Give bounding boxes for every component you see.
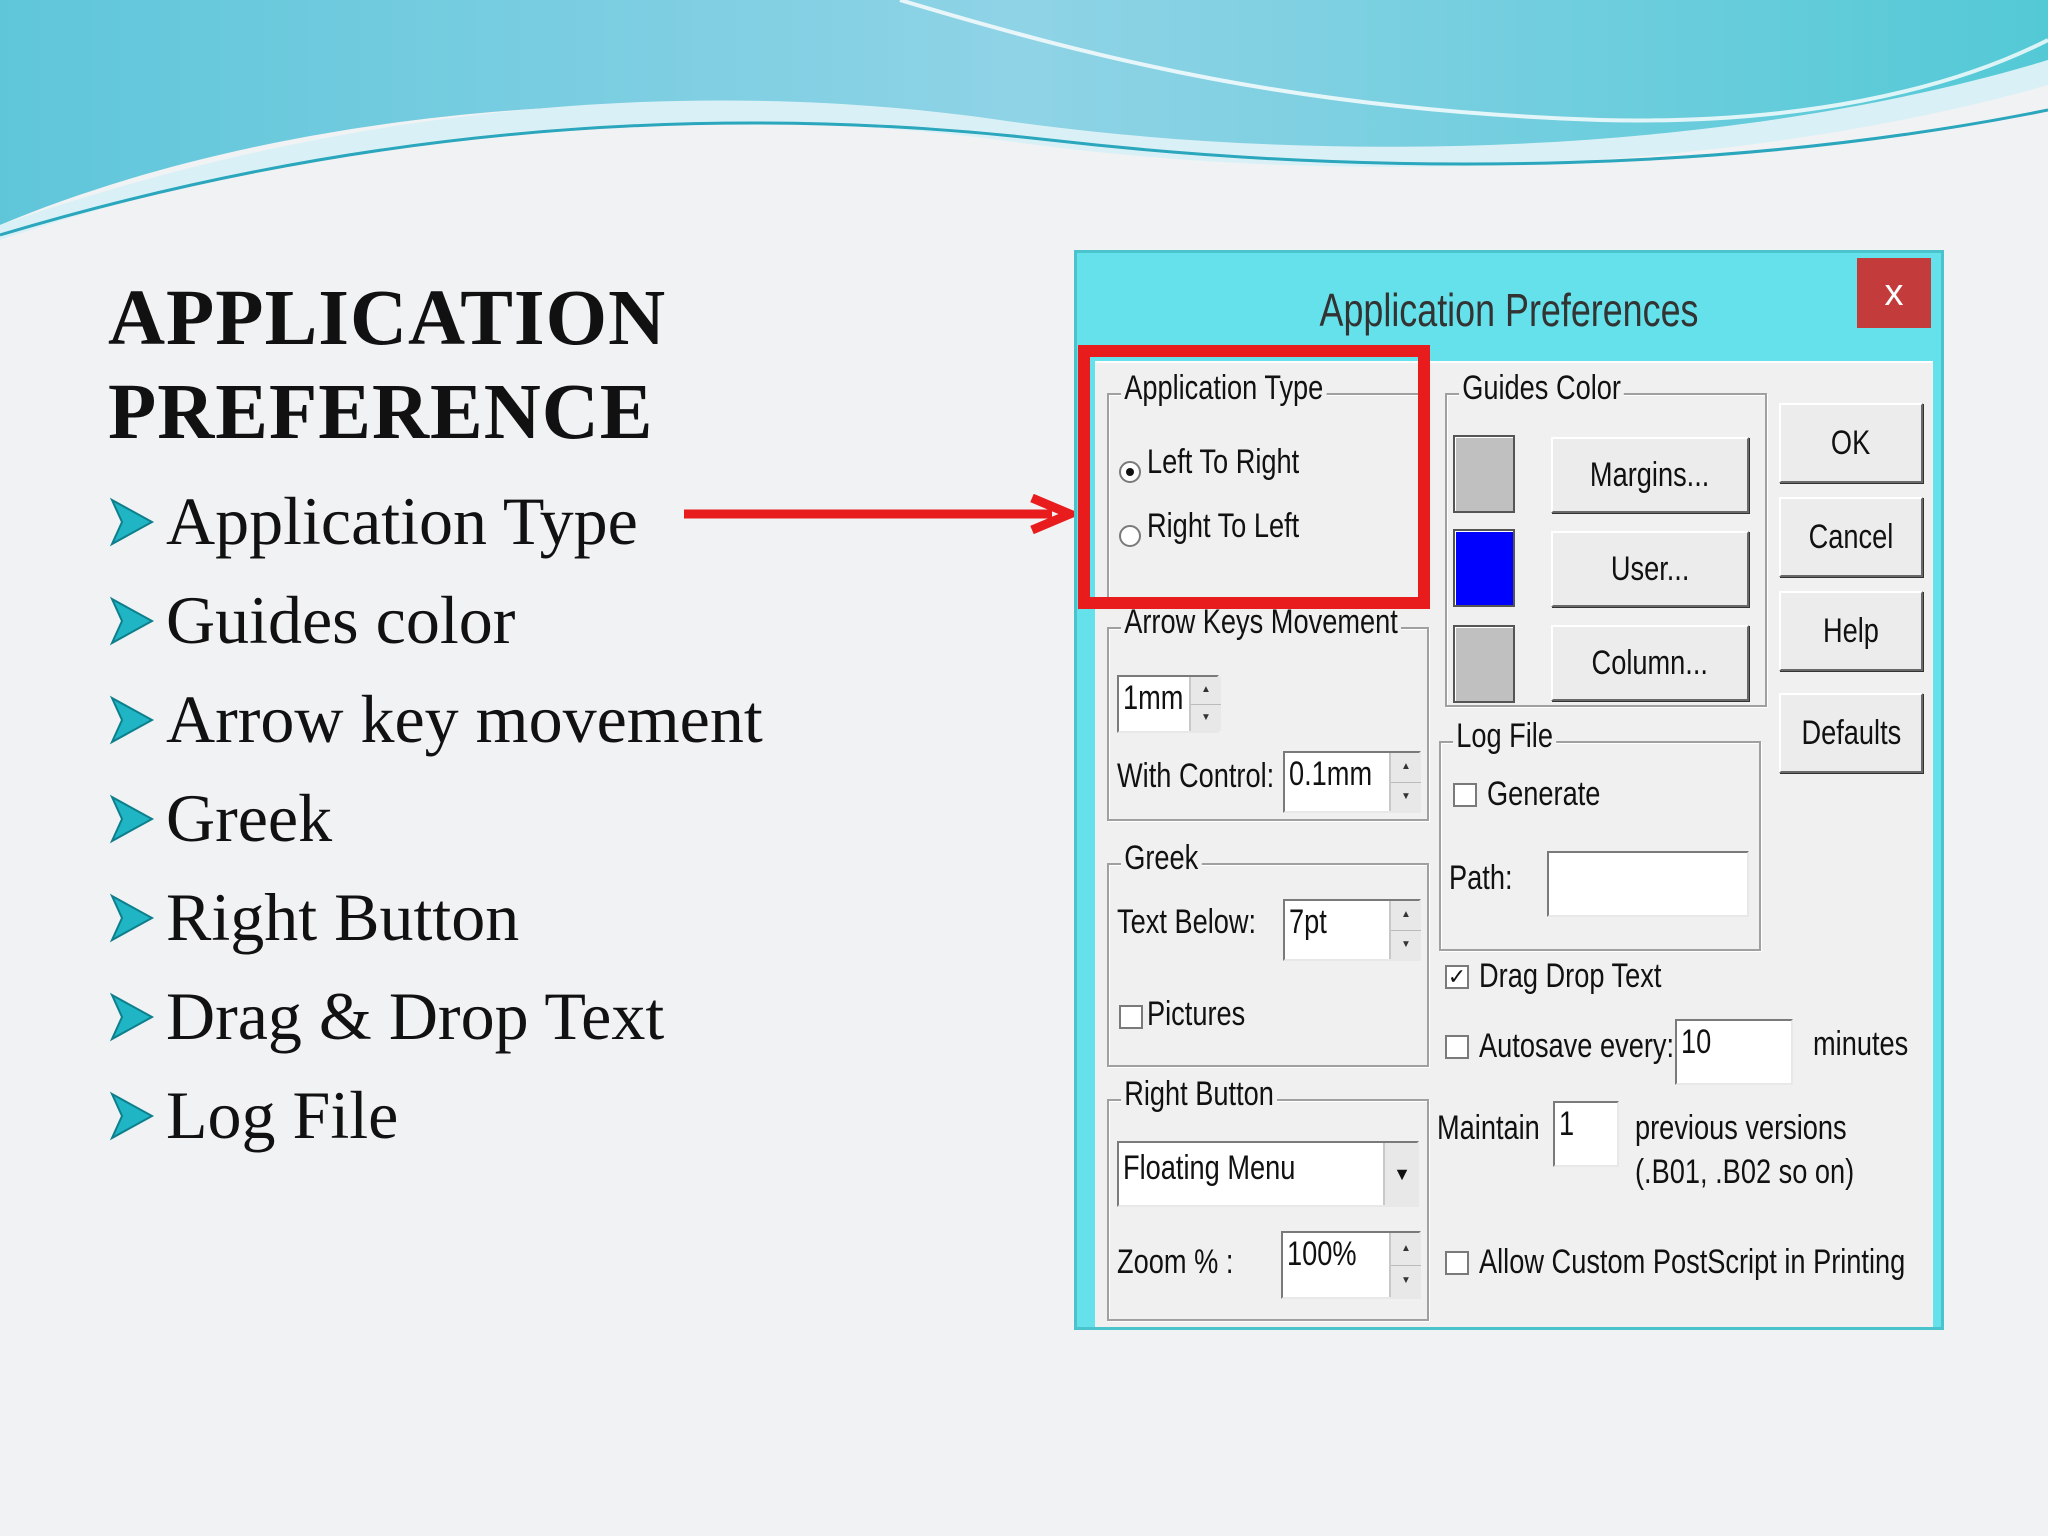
- bullet-arrow-icon: [109, 992, 155, 1041]
- field-value: 100%: [1287, 1235, 1357, 1273]
- pictures-checkbox[interactable]: [1119, 1005, 1143, 1029]
- bullet-item: Right Button: [108, 868, 763, 967]
- autosave-input[interactable]: 10: [1675, 1019, 1793, 1085]
- maintain-label: Maintain: [1437, 1109, 1540, 1147]
- bullet-item: Log File: [108, 1066, 763, 1165]
- maintain-suffix-line-1: previous versions: [1635, 1109, 1847, 1147]
- autosave-label: Autosave every:: [1479, 1027, 1675, 1065]
- autosave-unit: minutes: [1813, 1025, 1909, 1063]
- with-control-label: With Control:: [1117, 757, 1275, 795]
- text-below-label: Text Below:: [1117, 903, 1257, 941]
- close-icon: x: [1884, 271, 1904, 314]
- bullet-text: Guides color: [166, 582, 516, 658]
- arrow-keys-spinner[interactable]: ▲ ▼: [1189, 677, 1221, 731]
- group-label: Guides Color: [1459, 369, 1625, 408]
- button-label: Help: [1823, 611, 1879, 650]
- path-label: Path:: [1449, 859, 1513, 897]
- spin-down-icon[interactable]: ▼: [1391, 1264, 1421, 1298]
- button-label: User...: [1610, 549, 1690, 588]
- button-label: Cancel: [1808, 517, 1894, 556]
- column-button[interactable]: Column...: [1551, 625, 1749, 701]
- bullet-arrow-icon: [109, 893, 155, 942]
- bullet-text: Drag & Drop Text: [166, 978, 665, 1054]
- generate-checkbox[interactable]: [1453, 783, 1477, 807]
- button-label: Margins...: [1590, 455, 1710, 494]
- spin-up-icon[interactable]: ▲: [1391, 753, 1421, 782]
- bullet-arrow-icon: [109, 1091, 155, 1140]
- bullet-list: Application Type Guides color Arrow key …: [108, 472, 763, 1165]
- postscript-checkbox[interactable]: [1445, 1251, 1469, 1275]
- bullet-text: Arrow key movement: [166, 681, 763, 757]
- margins-color-swatch[interactable]: [1453, 435, 1515, 513]
- dialog-title: Application Preferences: [1319, 284, 1699, 336]
- pictures-label: Pictures: [1147, 995, 1246, 1033]
- header-wave-decoration: [0, 0, 2048, 240]
- spin-down-icon[interactable]: ▼: [1191, 703, 1221, 732]
- field-value: 10: [1681, 1023, 1712, 1061]
- spin-up-icon[interactable]: ▲: [1391, 1233, 1421, 1265]
- bullet-item: Application Type: [108, 472, 763, 571]
- bullet-text: Right Button: [166, 879, 520, 955]
- zoom-label: Zoom % :: [1117, 1243, 1234, 1281]
- bullet-item: Drag & Drop Text: [108, 967, 763, 1066]
- zoom-spinner[interactable]: ▲ ▼: [1389, 1233, 1421, 1297]
- group-label: Log File: [1453, 717, 1557, 756]
- maintain-suffix-line-2: (.B01, .B02 so on): [1635, 1153, 1855, 1191]
- dropdown-arrow-icon[interactable]: ▼: [1383, 1143, 1419, 1205]
- help-button[interactable]: Help: [1779, 591, 1923, 671]
- text-below-spinner[interactable]: ▲ ▼: [1389, 901, 1421, 959]
- slide-title: APPLICATION PREFERENCE: [108, 272, 666, 460]
- group-label: Greek: [1121, 839, 1202, 878]
- column-color-swatch[interactable]: [1453, 625, 1515, 703]
- defaults-button[interactable]: Defaults: [1779, 693, 1923, 773]
- bullet-item: Guides color: [108, 571, 763, 670]
- button-label: Column...: [1591, 643, 1709, 682]
- spin-down-icon[interactable]: ▼: [1391, 929, 1421, 960]
- bullet-item: Greek: [108, 769, 763, 868]
- bullet-text: Greek: [166, 780, 333, 856]
- slide-title-line-1: APPLICATION: [108, 275, 667, 362]
- field-value: 7pt: [1289, 903, 1327, 941]
- user-color-swatch[interactable]: [1453, 529, 1515, 607]
- button-label: OK: [1831, 423, 1871, 462]
- ok-button[interactable]: OK: [1779, 403, 1923, 483]
- greek-group: Greek: [1107, 839, 1429, 1067]
- field-value: Floating Menu: [1123, 1149, 1296, 1187]
- path-input[interactable]: [1547, 851, 1749, 917]
- margins-button[interactable]: Margins...: [1551, 437, 1749, 513]
- button-label: Defaults: [1801, 713, 1901, 752]
- group-label: Right Button: [1121, 1075, 1278, 1114]
- maintain-input[interactable]: 1: [1553, 1101, 1619, 1167]
- bullet-arrow-icon: [109, 794, 155, 843]
- bullet-arrow-icon: [109, 596, 155, 645]
- generate-label: Generate: [1487, 775, 1601, 813]
- cancel-button[interactable]: Cancel: [1779, 497, 1923, 577]
- bullet-item: Arrow key movement: [108, 670, 763, 769]
- log-file-group: Log File: [1439, 717, 1761, 951]
- slide-title-line-2: PREFERENCE: [108, 369, 654, 456]
- field-value: 0.1mm: [1289, 755, 1373, 793]
- spin-down-icon[interactable]: ▼: [1391, 781, 1421, 812]
- right-button-dropdown[interactable]: Floating Menu: [1117, 1141, 1419, 1207]
- highlight-box: [1078, 345, 1430, 609]
- drag-drop-checkbox[interactable]: ✓: [1445, 965, 1469, 989]
- bullet-text: Log File: [166, 1077, 399, 1153]
- callout-arrow-icon: [684, 494, 1080, 534]
- spin-up-icon[interactable]: ▲: [1191, 677, 1221, 704]
- bullet-arrow-icon: [109, 695, 155, 744]
- field-value: 1: [1559, 1105, 1575, 1143]
- field-value: 1mm: [1123, 679, 1184, 717]
- bullet-arrow-icon: [109, 497, 155, 546]
- spin-up-icon[interactable]: ▲: [1391, 901, 1421, 930]
- postscript-label: Allow Custom PostScript in Printing: [1479, 1243, 1906, 1281]
- autosave-checkbox[interactable]: [1445, 1035, 1469, 1059]
- with-control-spinner[interactable]: ▲ ▼: [1389, 753, 1421, 811]
- bullet-text: Application Type: [166, 483, 638, 559]
- close-button[interactable]: x: [1857, 258, 1931, 328]
- user-button[interactable]: User...: [1551, 531, 1749, 607]
- drag-drop-label: Drag Drop Text: [1479, 957, 1662, 995]
